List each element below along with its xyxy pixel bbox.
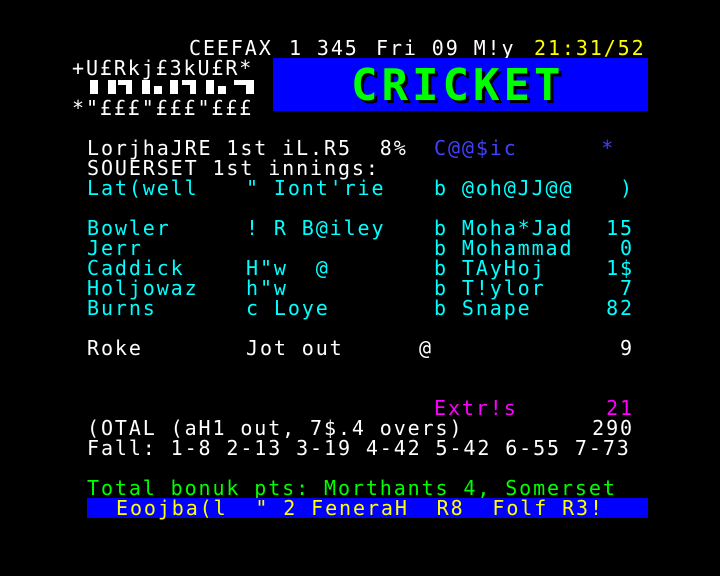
total-value: 290	[592, 416, 634, 440]
extras-value: 21	[606, 396, 634, 420]
batsman-name: Holjowaz	[87, 276, 199, 300]
page-number: 1 345	[289, 36, 359, 60]
service-name: CEEFAX	[189, 36, 273, 60]
batsman-name: Lat(well	[87, 176, 199, 200]
extras-label: Extr!s	[434, 396, 518, 420]
dismissal: " Iont'rie	[246, 176, 386, 200]
innings-title: SOUERSET 1st innings:	[87, 156, 380, 180]
dismissal: c Loye	[246, 296, 330, 320]
dismissal: ! R B@iley	[246, 216, 386, 240]
bonus-points: Total bonuk pts: Morthants 4, Somerset	[87, 476, 617, 500]
header-date: Fri 09 M!y	[376, 36, 516, 60]
match-heading: LorjhaJRE 1st iL.R5 8%	[87, 136, 408, 160]
match-status: C@@$ic *	[434, 136, 616, 160]
cricket-banner: CRICKET	[273, 58, 648, 111]
header-clock: 21:31/52	[534, 36, 646, 60]
bowler-name: b Snape	[434, 296, 532, 320]
banner-title: CRICKET	[351, 60, 565, 111]
not-out-runs: 9	[620, 336, 634, 360]
dismissal: h"w	[246, 276, 288, 300]
runs: 7	[620, 276, 634, 300]
logo-bottom-line: *"£££"£££"£££	[72, 96, 254, 120]
bowler-name: b Moha*Jad	[434, 216, 574, 240]
not-out-marker: @	[419, 336, 433, 360]
runs: )	[620, 176, 634, 200]
fastext-bar[interactable]: Eoojba(l " 2 FeneraH R8 Folf R3!	[87, 498, 648, 518]
logo-block-graphic	[90, 80, 254, 94]
total-label: (OTAL (aH1 out, 7$.4 overs)	[87, 416, 464, 440]
bowler-name: b Mohammad	[434, 236, 574, 260]
runs: 1$	[606, 256, 634, 280]
not-out-batsman: Roke	[87, 336, 143, 360]
batsman-name: Jerr	[87, 236, 143, 260]
runs: 15	[606, 216, 634, 240]
batsman-name: Burns	[87, 296, 157, 320]
runs: 0	[620, 236, 634, 260]
fall-of-wickets: Fall: 1-8 2-13 3-19 4-42 5-42 6-55 7-73	[87, 436, 631, 460]
batsman-name: Caddick	[87, 256, 185, 280]
bowler-name: b T!ylor	[434, 276, 546, 300]
bowler-name: b @oh@JJ@@	[434, 176, 574, 200]
logo-top-line: +U£Rkj£3kU£R*	[72, 56, 254, 80]
batsman-name: Bowler	[87, 216, 171, 240]
dismissal: H"w @	[246, 256, 330, 280]
fastext-label[interactable]: Eoojba(l " 2 FeneraH R8 Folf R3!	[116, 498, 604, 518]
runs: 82	[606, 296, 634, 320]
bowler-name: b TAyHoj	[434, 256, 546, 280]
not-out-status: Jot out	[246, 336, 344, 360]
